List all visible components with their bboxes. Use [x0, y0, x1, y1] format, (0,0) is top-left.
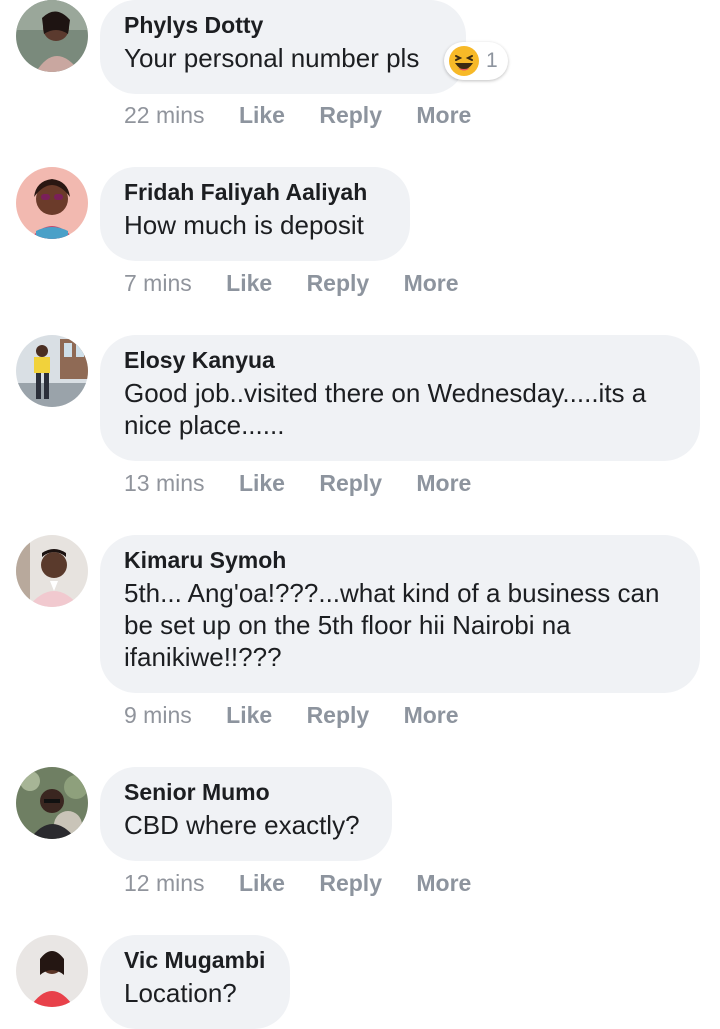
- like-button[interactable]: Like: [239, 102, 285, 128]
- comment-time[interactable]: 13 mins: [124, 470, 205, 496]
- comment-text: Your personal number pls: [124, 43, 420, 73]
- reaction-count: 1: [486, 49, 498, 72]
- comment-author[interactable]: Kimaru Symoh: [124, 545, 676, 575]
- haha-emoji-icon: [448, 45, 480, 77]
- comment-actions: 22 mins Like Reply More: [124, 101, 471, 129]
- more-button[interactable]: More: [416, 870, 471, 896]
- reply-button[interactable]: Reply: [319, 870, 382, 896]
- avatar[interactable]: [16, 167, 88, 239]
- comment-bubble: Phylys Dotty Your personal number pls: [100, 0, 466, 94]
- comment-author[interactable]: Senior Mumo: [124, 777, 368, 807]
- comment-actions: 7 mins Like Reply More: [124, 269, 459, 297]
- comment-text: How much is deposit: [124, 210, 364, 240]
- avatar[interactable]: [16, 767, 88, 839]
- more-button[interactable]: More: [404, 270, 459, 296]
- comment-bubble: Fridah Faliyah Aaliyah How much is depos…: [100, 167, 410, 261]
- comment-text: Location?: [124, 978, 237, 1008]
- like-button[interactable]: Like: [226, 270, 272, 296]
- comment-author[interactable]: Phylys Dotty: [124, 10, 442, 40]
- avatar[interactable]: [16, 0, 88, 72]
- reply-button[interactable]: Reply: [307, 702, 370, 728]
- comment-actions: 12 mins Like Reply More: [124, 869, 471, 897]
- more-button[interactable]: More: [416, 102, 471, 128]
- comment-time[interactable]: 22 mins: [124, 102, 205, 128]
- avatar[interactable]: [16, 535, 88, 607]
- comment-author[interactable]: Elosy Kanyua: [124, 345, 676, 375]
- like-button[interactable]: Like: [239, 470, 285, 496]
- comment-bubble: Vic Mugambi Location?: [100, 935, 290, 1029]
- reply-button[interactable]: Reply: [319, 102, 382, 128]
- like-button[interactable]: Like: [239, 870, 285, 896]
- comment-bubble: Kimaru Symoh 5th... Ang'oa!???...what ki…: [100, 535, 700, 693]
- more-button[interactable]: More: [416, 470, 471, 496]
- comment-actions: 9 mins Like Reply More: [124, 701, 459, 729]
- comment-text: CBD where exactly?: [124, 810, 360, 840]
- reaction-badge[interactable]: 1: [444, 42, 508, 80]
- more-button[interactable]: More: [404, 702, 459, 728]
- comment-bubble: Elosy Kanyua Good job..visited there on …: [100, 335, 700, 461]
- comment-bubble: Senior Mumo CBD where exactly?: [100, 767, 392, 861]
- comment-time[interactable]: 7 mins: [124, 270, 192, 296]
- avatar[interactable]: [16, 335, 88, 407]
- avatar[interactable]: [16, 935, 88, 1007]
- comment-actions: 13 mins Like Reply More: [124, 469, 471, 497]
- comment-text: 5th... Ang'oa!???...what kind of a busin…: [124, 578, 660, 672]
- reply-button[interactable]: Reply: [307, 270, 370, 296]
- comment-text: Good job..visited there on Wednesday....…: [124, 378, 647, 440]
- comment-time[interactable]: 12 mins: [124, 870, 205, 896]
- comment-author[interactable]: Vic Mugambi: [124, 945, 266, 975]
- like-button[interactable]: Like: [226, 702, 272, 728]
- comment-time[interactable]: 9 mins: [124, 702, 192, 728]
- reply-button[interactable]: Reply: [319, 470, 382, 496]
- comment-author[interactable]: Fridah Faliyah Aaliyah: [124, 177, 386, 207]
